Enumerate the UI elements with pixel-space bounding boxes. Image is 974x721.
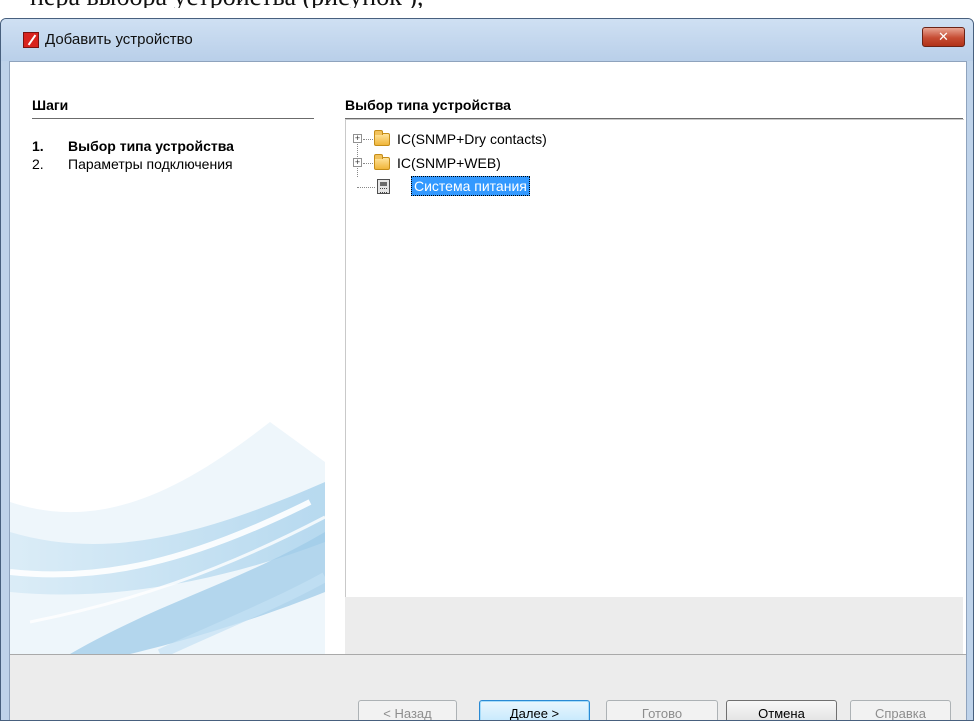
steps-panel: Шаги 1. Выбор типа устройства 2. Параметры… xyxy=(10,62,325,654)
step-label: Параметры подключения xyxy=(68,156,233,172)
steps-heading-rule xyxy=(32,118,314,119)
tree-node-label: IC(SNMP+Dry contacts) xyxy=(397,131,547,147)
tree-node-label: IC(SNMP+WEB) xyxy=(397,155,501,171)
step-number: 2. xyxy=(32,156,44,172)
app-logo-icon xyxy=(23,32,39,48)
help-button[interactable]: Справка xyxy=(850,700,951,720)
tree-connector xyxy=(357,187,375,188)
tree-node[interactable]: + IC(SNMP+Dry contacts) xyxy=(346,129,606,151)
main-heading: Выбор типа устройства xyxy=(345,97,511,113)
tree-connector xyxy=(363,139,373,140)
step-1: 1. Выбор типа устройства xyxy=(32,138,234,154)
dialog-client-area: Шаги 1. Выбор типа устройства 2. Параметры… xyxy=(9,61,967,720)
document-caption: пера выбора устройства (рисунок ), xyxy=(30,0,424,8)
next-button[interactable]: Далее > xyxy=(479,700,590,720)
step-2: 2. Параметры подключения xyxy=(32,156,233,172)
close-button[interactable]: ✕ xyxy=(922,27,965,47)
expand-icon[interactable]: + xyxy=(353,134,362,143)
tree-node-label: Система питания xyxy=(411,176,530,196)
folder-icon xyxy=(374,154,390,170)
close-icon: ✕ xyxy=(938,29,949,44)
back-button[interactable]: < Назад xyxy=(358,700,457,720)
tree-connector xyxy=(363,163,373,164)
tree-bottom-strip xyxy=(345,597,963,654)
device-type-tree[interactable]: + IC(SNMP+Dry contacts) + IC(SNMP+WEB) С… xyxy=(345,119,964,598)
step-number: 1. xyxy=(32,138,44,154)
tree-node[interactable]: + IC(SNMP+WEB) xyxy=(346,153,566,175)
step-label: Выбор типа устройства xyxy=(68,138,234,154)
title-bar: Добавить устройство ✕ xyxy=(1,19,973,61)
tree-node[interactable]: Система питания xyxy=(346,176,576,198)
dialog-footer: < Назад Далее > Готово Отмена Справка xyxy=(10,654,966,720)
add-device-dialog: Добавить устройство ✕ Шаги 1. Выбор типа… xyxy=(0,18,974,721)
finish-button[interactable]: Готово xyxy=(606,700,718,720)
expand-icon[interactable]: + xyxy=(353,158,362,167)
folder-icon xyxy=(374,130,390,146)
steps-heading: Шаги xyxy=(32,97,69,113)
cancel-button[interactable]: Отмена xyxy=(726,700,837,720)
power-system-icon xyxy=(377,179,390,194)
window-title: Добавить устройство xyxy=(45,31,193,48)
